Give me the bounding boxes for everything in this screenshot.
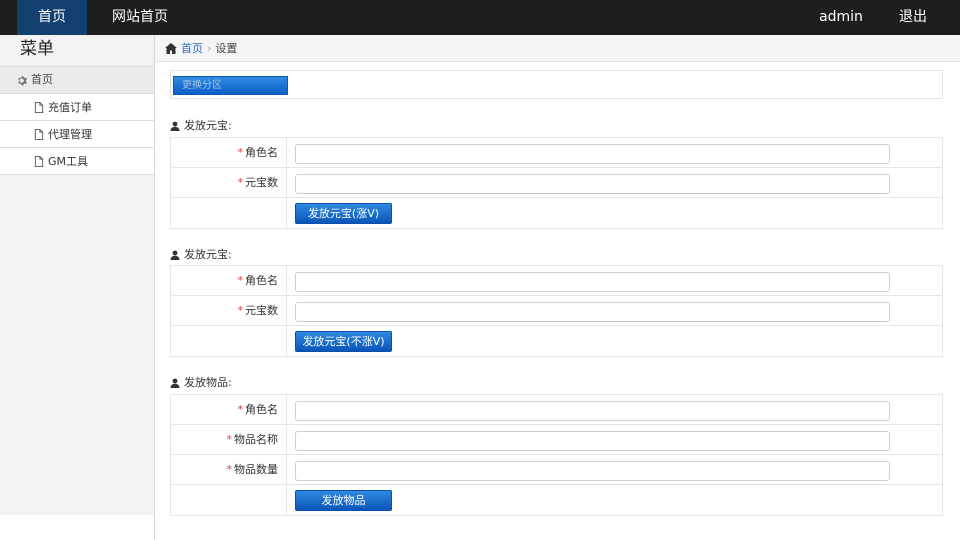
required-mark: * [237,274,244,287]
form-row: * 物品名称 [171,425,942,455]
current-user-label[interactable]: admin [808,0,874,35]
sidebar-item-label: 充值订单 [48,100,92,114]
sidebar-title: 菜单 [0,35,154,66]
field-label-empty [171,198,287,228]
form-row: * 元宝数 [171,296,942,326]
breadcrumb-separator-icon: › [207,41,212,55]
field-label-empty [171,485,287,515]
top-navbar: 首页 网站首页 admin 退出 [0,0,960,35]
sidebar-item-label: GM工具 [48,154,89,168]
currency-amount-input[interactable] [295,174,890,194]
required-mark: * [237,176,244,189]
field-label: * 物品名称 [171,425,287,454]
user-icon [170,376,180,389]
file-icon [34,121,44,148]
form-row: 发放物品 [171,485,942,515]
user-icon [170,248,180,261]
currency-amount-input[interactable] [295,302,890,322]
form-currency-vip: * 角色名 * 元宝数 发放元宝(涨V) [170,137,943,229]
field-label-empty [171,326,287,356]
section-title-currency-vip: 发放元宝: [170,117,232,133]
logout-link[interactable]: 退出 [888,0,938,35]
role-name-input[interactable] [295,144,890,164]
grant-items-button[interactable]: 发放物品 [295,490,392,511]
section-title-currency-novip: 发放元宝: [170,246,232,262]
item-quantity-input[interactable] [295,461,890,481]
grant-currency-novip-button[interactable]: 发放元宝(不涨V) [295,331,392,352]
main-content: 更换分区 发放元宝: * 角色名 * 元宝数 发放元宝(涨V) 发放元宝: * 角色名 [155,62,960,540]
sidebar-item-label: 代理管理 [48,127,92,141]
user-icon [170,119,180,132]
sidebar-footer [0,515,155,540]
breadcrumb: 首页 › 设置 [155,35,960,62]
section-title-items: 发放物品: [170,374,232,390]
sidebar-item-home[interactable]: 首页 [0,66,154,94]
form-row: 发放元宝(涨V) [171,198,942,228]
sidebar-item-agent-management[interactable]: 代理管理 [0,121,154,148]
form-row: * 角色名 [171,266,942,296]
required-mark: * [237,146,244,159]
role-name-input[interactable] [295,272,890,292]
breadcrumb-home-link[interactable]: 首页 [181,40,203,56]
grant-currency-vip-button[interactable]: 发放元宝(涨V) [295,203,392,224]
form-row: * 角色名 [171,138,942,168]
role-name-input[interactable] [295,401,890,421]
sidebar-menu: 菜单 首页 充值订单 代理管理 GM工具 [0,35,155,515]
item-name-input[interactable] [295,431,890,451]
home-icon [165,42,177,55]
sidebar-item-gm-tools[interactable]: GM工具 [0,148,154,175]
form-items: * 角色名 * 物品名称 * 物品数量 发放物品 [170,394,943,516]
section-title-text: 发放元宝: [184,248,232,261]
field-label: * 元宝数 [171,296,287,325]
field-label: * 角色名 [171,138,287,167]
field-label: * 角色名 [171,266,287,295]
required-mark: * [237,304,244,317]
topnav-home-link[interactable]: 首页 [17,0,87,35]
file-icon [34,94,44,121]
form-row: * 角色名 [171,395,942,425]
field-label: * 角色名 [171,395,287,424]
topnav-site-home-link[interactable]: 网站首页 [102,0,178,35]
required-mark: * [226,433,233,446]
section-title-text: 发放元宝: [184,119,232,132]
zone-toolbar: 更换分区 [170,70,943,99]
form-row: * 物品数量 [171,455,942,485]
field-label: * 物品数量 [171,455,287,484]
sidebar-item-label: 首页 [31,73,53,86]
field-label: * 元宝数 [171,168,287,197]
form-row: 发放元宝(不涨V) [171,326,942,356]
form-row: * 元宝数 [171,168,942,198]
breadcrumb-current: 设置 [215,42,238,55]
file-icon [34,148,44,175]
section-title-text: 发放物品: [184,376,232,389]
required-mark: * [237,403,244,416]
gear-icon [16,66,27,94]
sidebar-item-recharge-orders[interactable]: 充值订单 [0,94,154,121]
form-currency-novip: * 角色名 * 元宝数 发放元宝(不涨V) [170,265,943,357]
required-mark: * [226,463,233,476]
change-zone-button[interactable]: 更换分区 [173,76,288,95]
